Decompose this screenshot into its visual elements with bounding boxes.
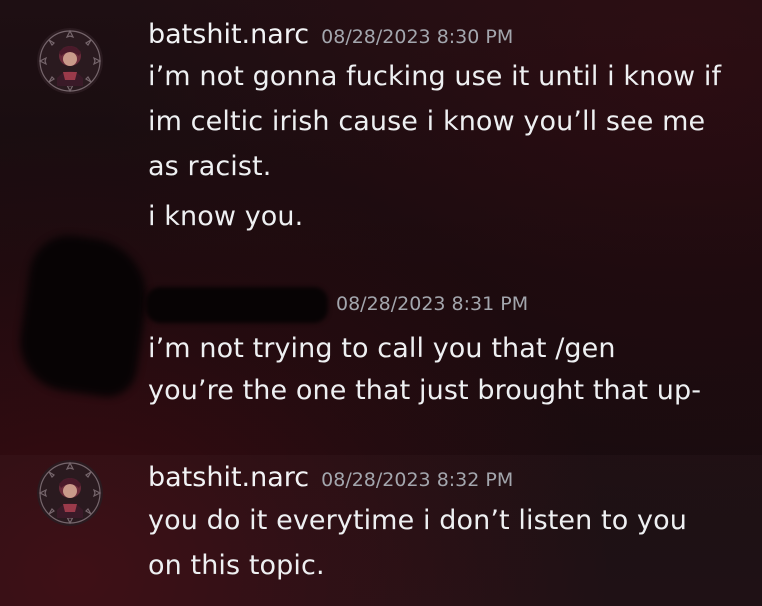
message-text-line: i’m not gonna fucking use it until i kno…: [148, 61, 722, 92]
timestamp[interactable]: 08/28/2023 8:30 PM: [321, 26, 513, 48]
timestamp[interactable]: 08/28/2023 8:31 PM: [336, 293, 528, 315]
avatar-image: [37, 460, 103, 526]
user-avatar-icon[interactable]: [37, 460, 103, 526]
user-avatar-icon[interactable]: [37, 28, 103, 94]
message-text-line: im celtic irish cause i know you’ll see …: [148, 106, 706, 137]
message-text-line: you do it everytime i don’t listen to yo…: [148, 505, 687, 536]
timestamp[interactable]: 08/28/2023 8:32 PM: [321, 469, 513, 491]
message-text-line: you’re the one that just brought that up…: [148, 375, 702, 406]
avatar-image: [37, 28, 103, 94]
username[interactable]: batshit.narc: [148, 462, 309, 493]
message-text-line: i know you.: [148, 201, 304, 232]
redacted-username: [146, 287, 328, 323]
message-header: batshit.narc 08/28/2023 8:32 PM: [148, 462, 513, 493]
message-text-line: as racist.: [148, 151, 272, 182]
message-text-line: i’m not trying to call you that /gen: [148, 333, 616, 364]
message-text-line: on this topic.: [148, 550, 325, 581]
message-header: batshit.narc 08/28/2023 8:30 PM: [148, 19, 513, 50]
username[interactable]: batshit.narc: [148, 19, 309, 50]
